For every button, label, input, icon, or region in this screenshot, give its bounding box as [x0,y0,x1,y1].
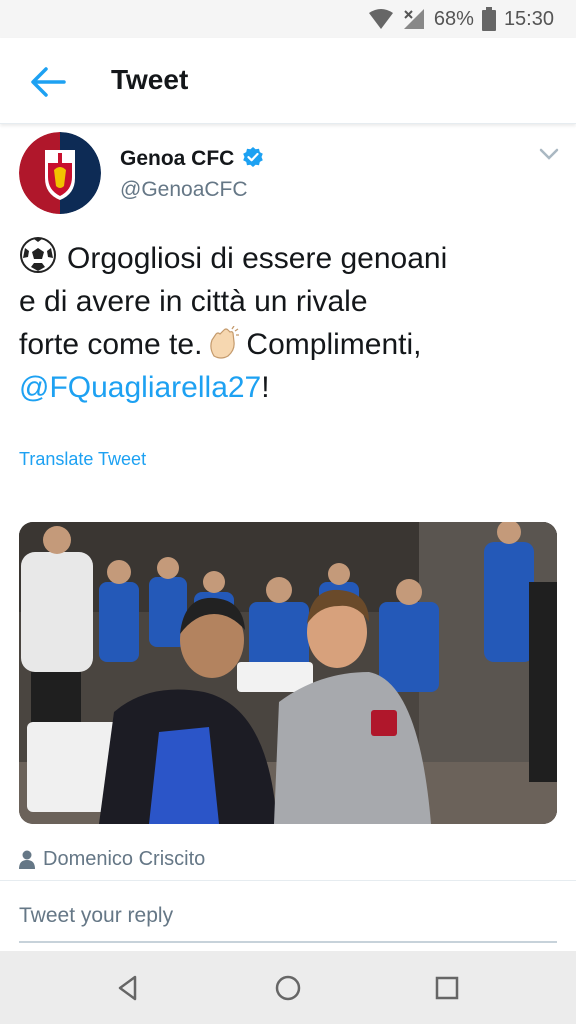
divider [0,880,576,881]
nav-back-icon [118,975,137,1001]
tagged-people[interactable]: Domenico Criscito [19,848,205,871]
reply-input-underline [19,941,557,943]
system-nav-bar [0,951,576,1024]
page-title: Tweet [111,64,189,95]
avatar[interactable] [19,132,101,214]
tweet-line-3a: forte come te. [19,328,203,361]
nav-recents-icon [435,976,459,1000]
tweet-line-2: e di avere in città un rivale [19,285,368,318]
mention-link[interactable]: @FQuagliarella27 [19,371,261,404]
tweet-menu-button[interactable] [538,146,560,162]
person-icon [19,850,35,869]
battery-icon [481,7,496,31]
nav-back-button[interactable] [113,973,143,1003]
tagged-user-name: Domenico Criscito [43,848,206,870]
soccer-ball-emoji [19,236,57,274]
battery-percent: 68% [433,7,474,30]
clock: 15:30 [503,7,554,30]
app-bar: Tweet [0,38,576,124]
arrow-left-icon [31,67,66,97]
signal-icon [402,8,426,30]
author-name[interactable]: Genoa CFC [120,147,234,171]
back-button[interactable] [26,60,70,104]
verified-badge-icon [242,146,264,168]
tweet-line-1: Orgogliosi di essere genoani [19,236,539,280]
tweet-line-3b: Complimenti, [246,328,422,361]
status-bar: 68% 15:30 [0,0,576,38]
tweet-photo[interactable] [19,522,557,824]
author-handle[interactable]: @GenoaCFC [120,178,248,202]
nav-home-icon [275,975,301,1001]
chevron-down-icon [539,148,559,160]
tweet-line-1-text: Orgogliosi di essere genoani [67,242,448,275]
clapping-hands-emoji [206,325,240,360]
tweet-text: Orgogliosi di essere genoani e di avere … [19,236,539,409]
tweet-line-4: @FQuagliarella27! [19,366,539,409]
wifi-icon [368,8,394,30]
nav-home-button[interactable] [273,973,303,1003]
translate-tweet-link[interactable]: Translate Tweet [19,449,146,470]
nav-recents-button[interactable] [432,973,462,1003]
reply-input[interactable]: Tweet your reply [19,904,173,928]
mention-suffix: ! [261,371,270,404]
tweet-line-3: forte come te. Complimenti, [19,323,539,366]
